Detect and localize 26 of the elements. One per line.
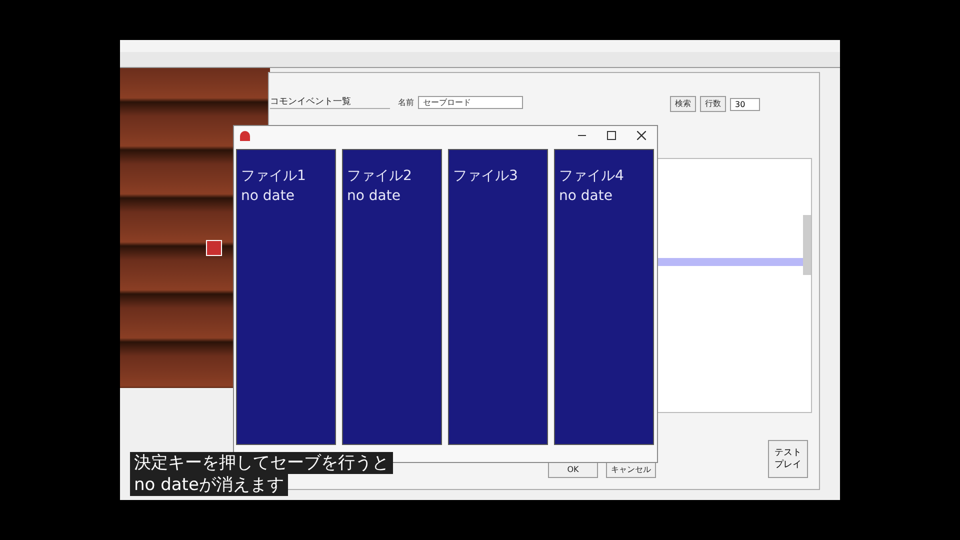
- dialog-button[interactable]: OK: [548, 462, 598, 478]
- slot-title: ファイル3: [453, 167, 519, 186]
- save-slot[interactable]: ファイル2 no date: [342, 149, 442, 445]
- save-slot[interactable]: ファイル1 no date: [236, 149, 336, 445]
- toolbar-button[interactable]: 行数: [700, 96, 726, 112]
- minimize-icon: [578, 135, 586, 136]
- name-field[interactable]: セーブロード: [418, 96, 523, 109]
- app-icon: [240, 131, 250, 141]
- list-title: コモンイベント一覧: [270, 96, 390, 109]
- save-slot[interactable]: ファイル4 no date: [554, 149, 654, 445]
- toolbar-button[interactable]: 検索: [670, 96, 696, 112]
- scrollbar: [803, 215, 811, 275]
- slot-title: ファイル4: [559, 167, 625, 186]
- close-icon[interactable]: [637, 131, 646, 140]
- line-count-field[interactable]: 30: [730, 98, 760, 110]
- slot-date: no date: [241, 187, 296, 206]
- event-marker-icon: [206, 240, 222, 256]
- test-play-button[interactable]: テスト プレイ: [768, 440, 808, 478]
- name-label: 名前: [398, 96, 414, 108]
- dialog-button[interactable]: キャンセル: [606, 462, 656, 478]
- slot-title: ファイル1: [241, 167, 307, 186]
- slot-date: no date: [347, 187, 402, 206]
- save-slot[interactable]: ファイル3: [448, 149, 548, 445]
- maximize-icon: [607, 131, 616, 140]
- slot-date: no date: [559, 187, 614, 206]
- slot-title: ファイル2: [347, 167, 413, 186]
